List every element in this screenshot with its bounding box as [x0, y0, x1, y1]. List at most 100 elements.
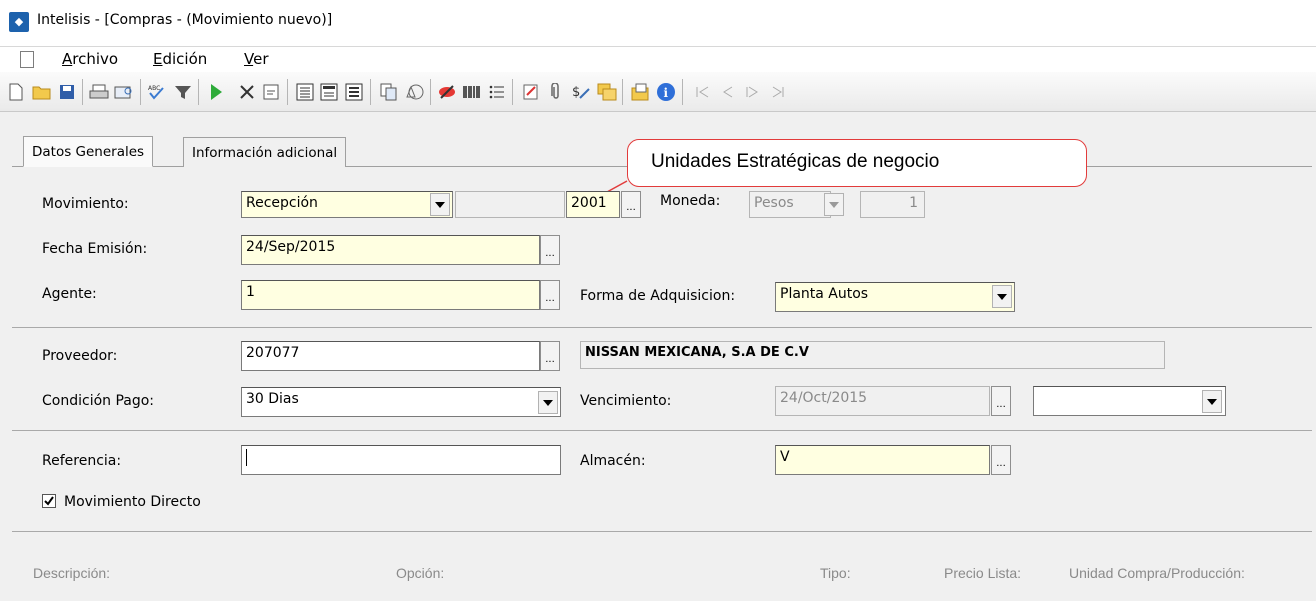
- forma-adquisicion-label: Forma de Adquisicion:: [580, 288, 736, 304]
- proveedor-lookup-button[interactable]: ...: [540, 341, 560, 371]
- folders-icon[interactable]: [596, 81, 618, 103]
- view-details-icon[interactable]: [294, 81, 316, 103]
- menu-bar: Archivo Edición Ver: [0, 46, 1316, 72]
- menu-edicion[interactable]: Edición: [153, 50, 207, 68]
- info-icon[interactable]: i: [655, 81, 677, 103]
- movimiento-select[interactable]: Recepción: [241, 191, 453, 218]
- app-icon: ◆: [9, 12, 29, 32]
- tab-datos-generales[interactable]: Datos Generales: [23, 136, 154, 167]
- next-icon[interactable]: [742, 81, 764, 103]
- tab-informacion-adicional[interactable]: Información adicional: [183, 137, 347, 167]
- condicion-pago-label: Condición Pago:: [42, 393, 155, 409]
- menu-archivo[interactable]: Archivo: [62, 50, 118, 68]
- import-icon[interactable]: [630, 81, 652, 103]
- column-descripcion: Descripción:: [33, 565, 111, 581]
- play-icon[interactable]: [205, 81, 227, 103]
- chevron-down-icon[interactable]: [1202, 390, 1222, 413]
- list-icon[interactable]: [486, 81, 508, 103]
- last-icon[interactable]: [767, 81, 789, 103]
- section-divider: [12, 327, 1312, 328]
- tipo-cambio-value: 1: [909, 195, 918, 211]
- chevron-down-icon[interactable]: [430, 193, 450, 216]
- proveedor-value: 207077: [246, 345, 300, 361]
- moneda-value: Pesos: [754, 195, 794, 211]
- section-divider: [12, 430, 1312, 431]
- print-icon[interactable]: [88, 81, 110, 103]
- vencimiento-value: 24/Oct/2015: [780, 390, 868, 406]
- agente-lookup-button[interactable]: ...: [540, 280, 560, 310]
- vencimiento-extra-select[interactable]: [1033, 386, 1226, 416]
- document-icon: [20, 51, 34, 68]
- spell-check-icon[interactable]: ABC: [146, 81, 168, 103]
- title-bar: ◆ Intelisis - [Compras - (Movimiento nue…: [0, 0, 1316, 46]
- fecha-emision-value: 24/Sep/2015: [246, 239, 336, 255]
- column-unidad-compra: Unidad Compra/Producción:: [1069, 565, 1245, 581]
- column-opcion: Opción:: [396, 565, 445, 581]
- moneda-select[interactable]: Pesos: [749, 191, 831, 218]
- shapes-icon[interactable]: [403, 81, 425, 103]
- checkmark-icon: [44, 496, 54, 506]
- agente-value: 1: [246, 284, 255, 300]
- close-icon[interactable]: [236, 81, 258, 103]
- window-title: Intelisis - [Compras - (Movimiento nuevo…: [37, 12, 333, 28]
- menu-ver[interactable]: Ver: [244, 50, 269, 68]
- movimiento-directo-checkbox[interactable]: [42, 494, 56, 508]
- agente-field[interactable]: 1: [241, 280, 540, 310]
- filter-icon[interactable]: [172, 81, 194, 103]
- proveedor-field[interactable]: 207077: [241, 341, 540, 371]
- forma-adquisicion-select[interactable]: Planta Autos: [775, 282, 1015, 312]
- tipo-cambio-field: 1: [860, 191, 925, 218]
- print-preview-icon[interactable]: [113, 81, 135, 103]
- almacen-value: V: [780, 449, 790, 465]
- vencimiento-field: 24/Oct/2015: [775, 386, 990, 416]
- new-document-icon[interactable]: [5, 81, 27, 103]
- fecha-emision-label: Fecha Emisión:: [42, 241, 148, 257]
- forma-adquisicion-value: Planta Autos: [780, 286, 869, 302]
- column-precio-lista: Precio Lista:: [944, 565, 1022, 581]
- no-entry-icon[interactable]: [436, 81, 458, 103]
- save-icon[interactable]: [56, 81, 78, 103]
- condicion-pago-select[interactable]: 30 Dias: [241, 387, 561, 417]
- movimiento-id-field: [455, 191, 565, 218]
- referencia-label: Referencia:: [42, 453, 122, 469]
- money-icon[interactable]: $: [570, 81, 592, 103]
- open-folder-icon[interactable]: [31, 81, 53, 103]
- chevron-down-icon[interactable]: [538, 391, 558, 414]
- chevron-down-icon[interactable]: [824, 193, 844, 216]
- copy-icon[interactable]: [378, 81, 400, 103]
- scroll-icon[interactable]: [260, 81, 282, 103]
- vencimiento-label: Vencimiento:: [580, 393, 672, 409]
- almacen-field[interactable]: V: [775, 445, 990, 475]
- referencia-field[interactable]: [241, 445, 561, 475]
- previous-icon[interactable]: [717, 81, 739, 103]
- svg-text:ABC: ABC: [148, 85, 160, 92]
- moneda-label: Moneda:: [660, 193, 721, 209]
- view-list-icon[interactable]: [343, 81, 365, 103]
- chevron-down-icon[interactable]: [992, 285, 1012, 308]
- agente-label: Agente:: [42, 286, 97, 302]
- annotation-callout: Unidades Estratégicas de negocio: [627, 139, 1087, 187]
- uen-lookup-button[interactable]: ...: [621, 191, 641, 218]
- movimiento-label: Movimiento:: [42, 196, 129, 212]
- section-divider: [12, 531, 1312, 532]
- almacen-lookup-button[interactable]: ...: [991, 445, 1011, 475]
- proveedor-label: Proveedor:: [42, 348, 118, 364]
- svg-text:$: $: [572, 85, 580, 100]
- movimiento-value: Recepción: [246, 195, 318, 211]
- movimiento-directo-label: Movimiento Directo: [64, 494, 201, 510]
- barcode-icon[interactable]: [461, 81, 483, 103]
- fecha-emision-field[interactable]: 24/Sep/2015: [241, 235, 540, 265]
- column-tipo: Tipo:: [820, 565, 851, 581]
- attachment-icon[interactable]: [545, 81, 567, 103]
- fecha-emision-lookup-button[interactable]: ...: [540, 235, 560, 265]
- uen-value: 2001: [571, 195, 607, 211]
- view-form-icon[interactable]: [318, 81, 340, 103]
- uen-field[interactable]: 2001: [566, 191, 620, 218]
- proveedor-nombre-field: NISSAN MEXICANA, S.A DE C.V: [580, 341, 1165, 369]
- almacen-label: Almacén:: [580, 453, 646, 469]
- edit-report-icon[interactable]: [520, 81, 542, 103]
- first-icon[interactable]: [692, 81, 714, 103]
- condicion-pago-value: 30 Dias: [246, 391, 299, 407]
- proveedor-nombre-value: NISSAN MEXICANA, S.A DE C.V: [585, 345, 809, 360]
- vencimiento-lookup-button[interactable]: ...: [991, 386, 1011, 416]
